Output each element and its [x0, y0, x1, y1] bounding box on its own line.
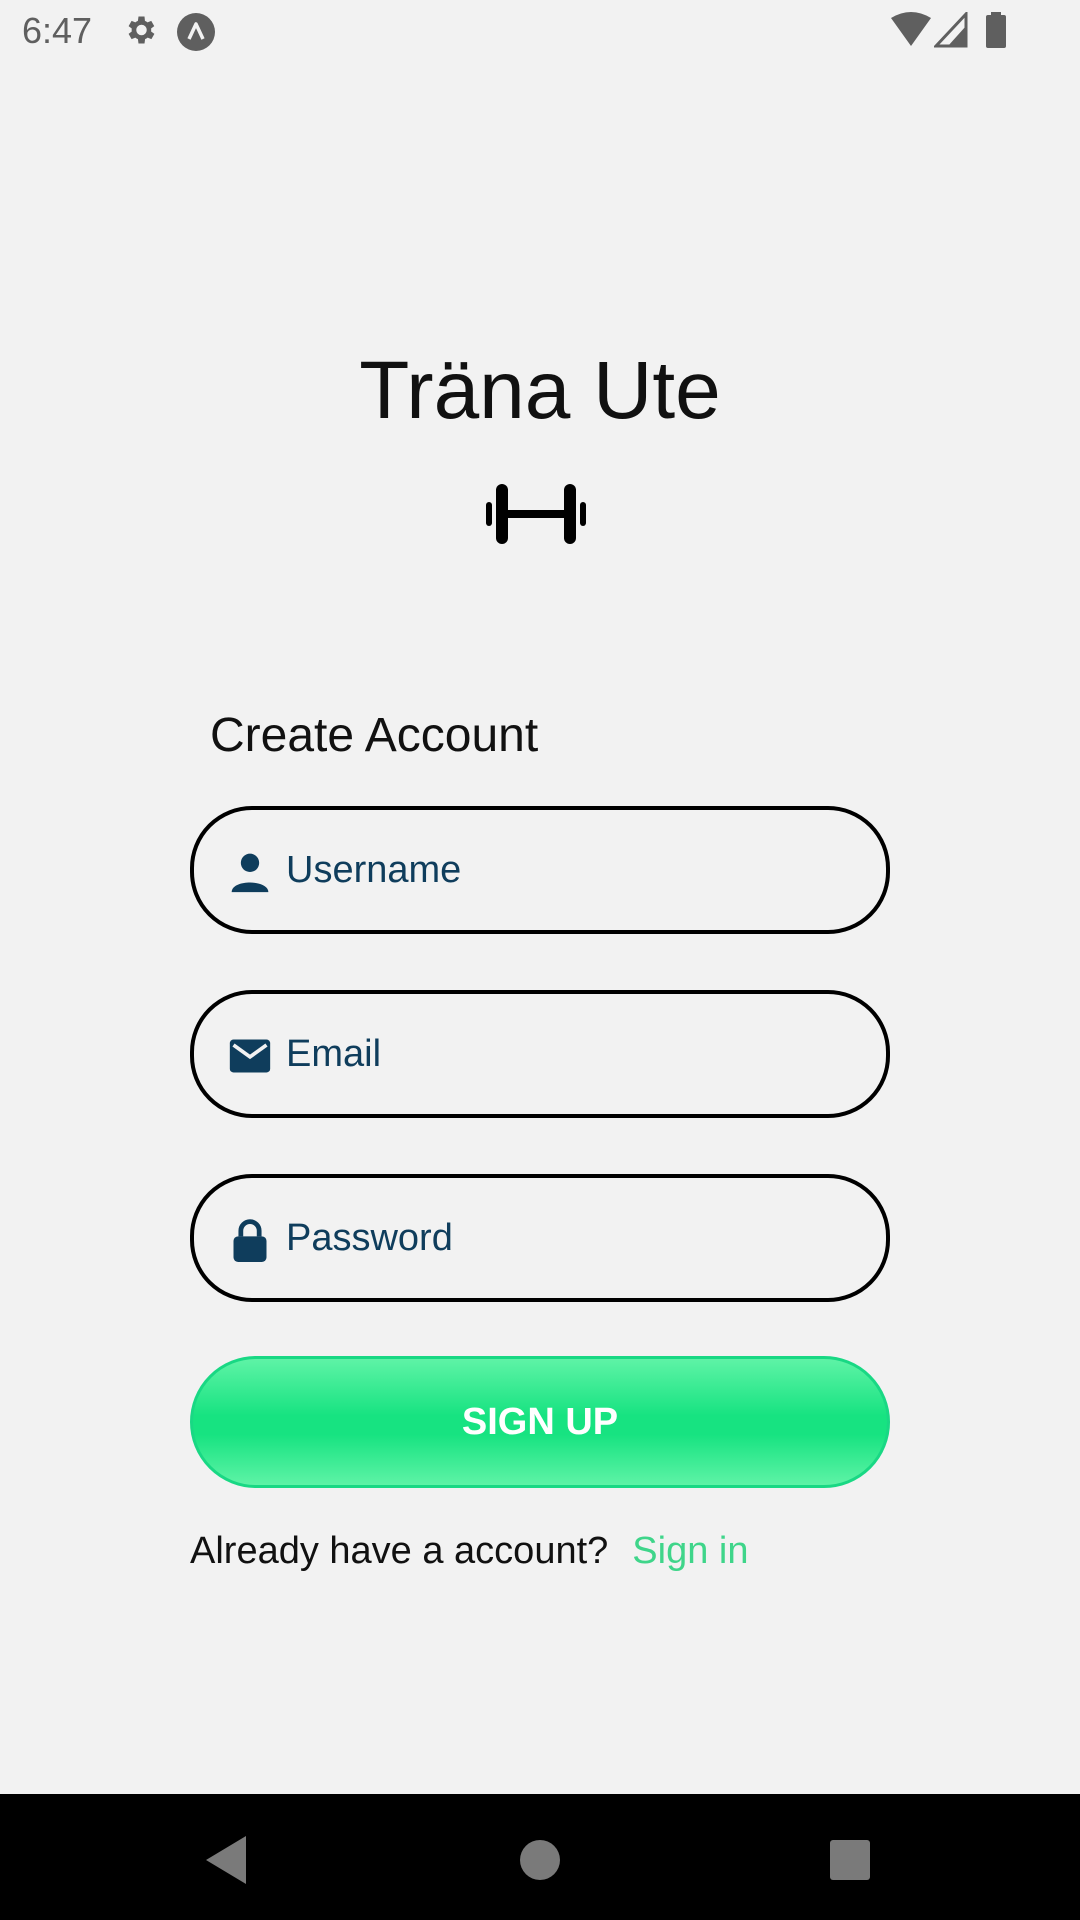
app-notification-icon — [177, 13, 215, 51]
status-bar: 6:47 — [0, 0, 1080, 64]
cellular-signal-icon — [934, 12, 968, 48]
battery-icon — [986, 12, 1006, 48]
person-icon — [231, 853, 269, 893]
status-time: 6:47 — [22, 10, 93, 51]
recents-icon[interactable] — [820, 1830, 880, 1890]
navigation-bar — [0, 1794, 1080, 1920]
create-account-heading: Create Account — [210, 709, 539, 762]
home-icon[interactable] — [510, 1830, 570, 1890]
wifi-icon — [891, 12, 931, 46]
email-input[interactable] — [286, 994, 846, 1114]
username-field[interactable] — [190, 806, 890, 934]
sign-in-row: Already have a account? Sign in — [190, 1530, 748, 1573]
password-field[interactable] — [190, 1174, 890, 1302]
sign-in-prompt: Already have a account? — [190, 1530, 609, 1572]
email-field[interactable] — [190, 990, 890, 1118]
app-title: Träna Ute — [359, 345, 721, 436]
username-input[interactable] — [286, 810, 846, 930]
password-input[interactable] — [286, 1178, 846, 1298]
lock-icon — [233, 1219, 267, 1262]
mail-icon — [229, 1039, 271, 1073]
settings-icon — [128, 16, 155, 44]
dumbbell-icon — [486, 484, 586, 544]
back-icon[interactable] — [196, 1830, 256, 1890]
sign-up-button[interactable]: SIGN UP — [190, 1356, 890, 1488]
sign-in-link[interactable]: Sign in — [632, 1530, 748, 1572]
